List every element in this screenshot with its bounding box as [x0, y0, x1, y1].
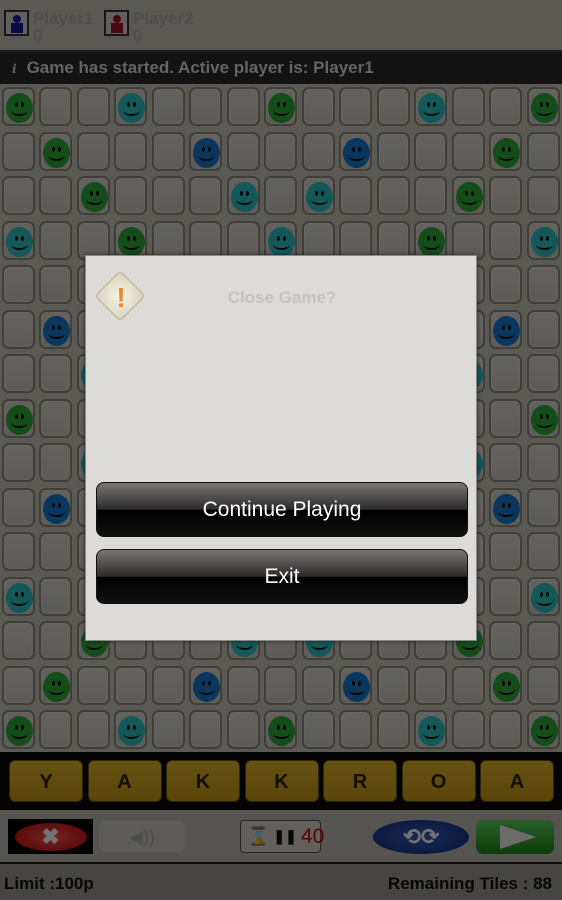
close-game-dialog: ! Close Game? Continue Playing Exit — [85, 255, 477, 641]
exit-button[interactable]: Exit — [96, 549, 468, 604]
dialog-title: Close Game? — [227, 288, 337, 307]
continue-playing-button[interactable]: Continue Playing — [96, 482, 468, 537]
game-screen: Player1 0 Player2 0 iGame has started. A… — [0, 0, 562, 900]
